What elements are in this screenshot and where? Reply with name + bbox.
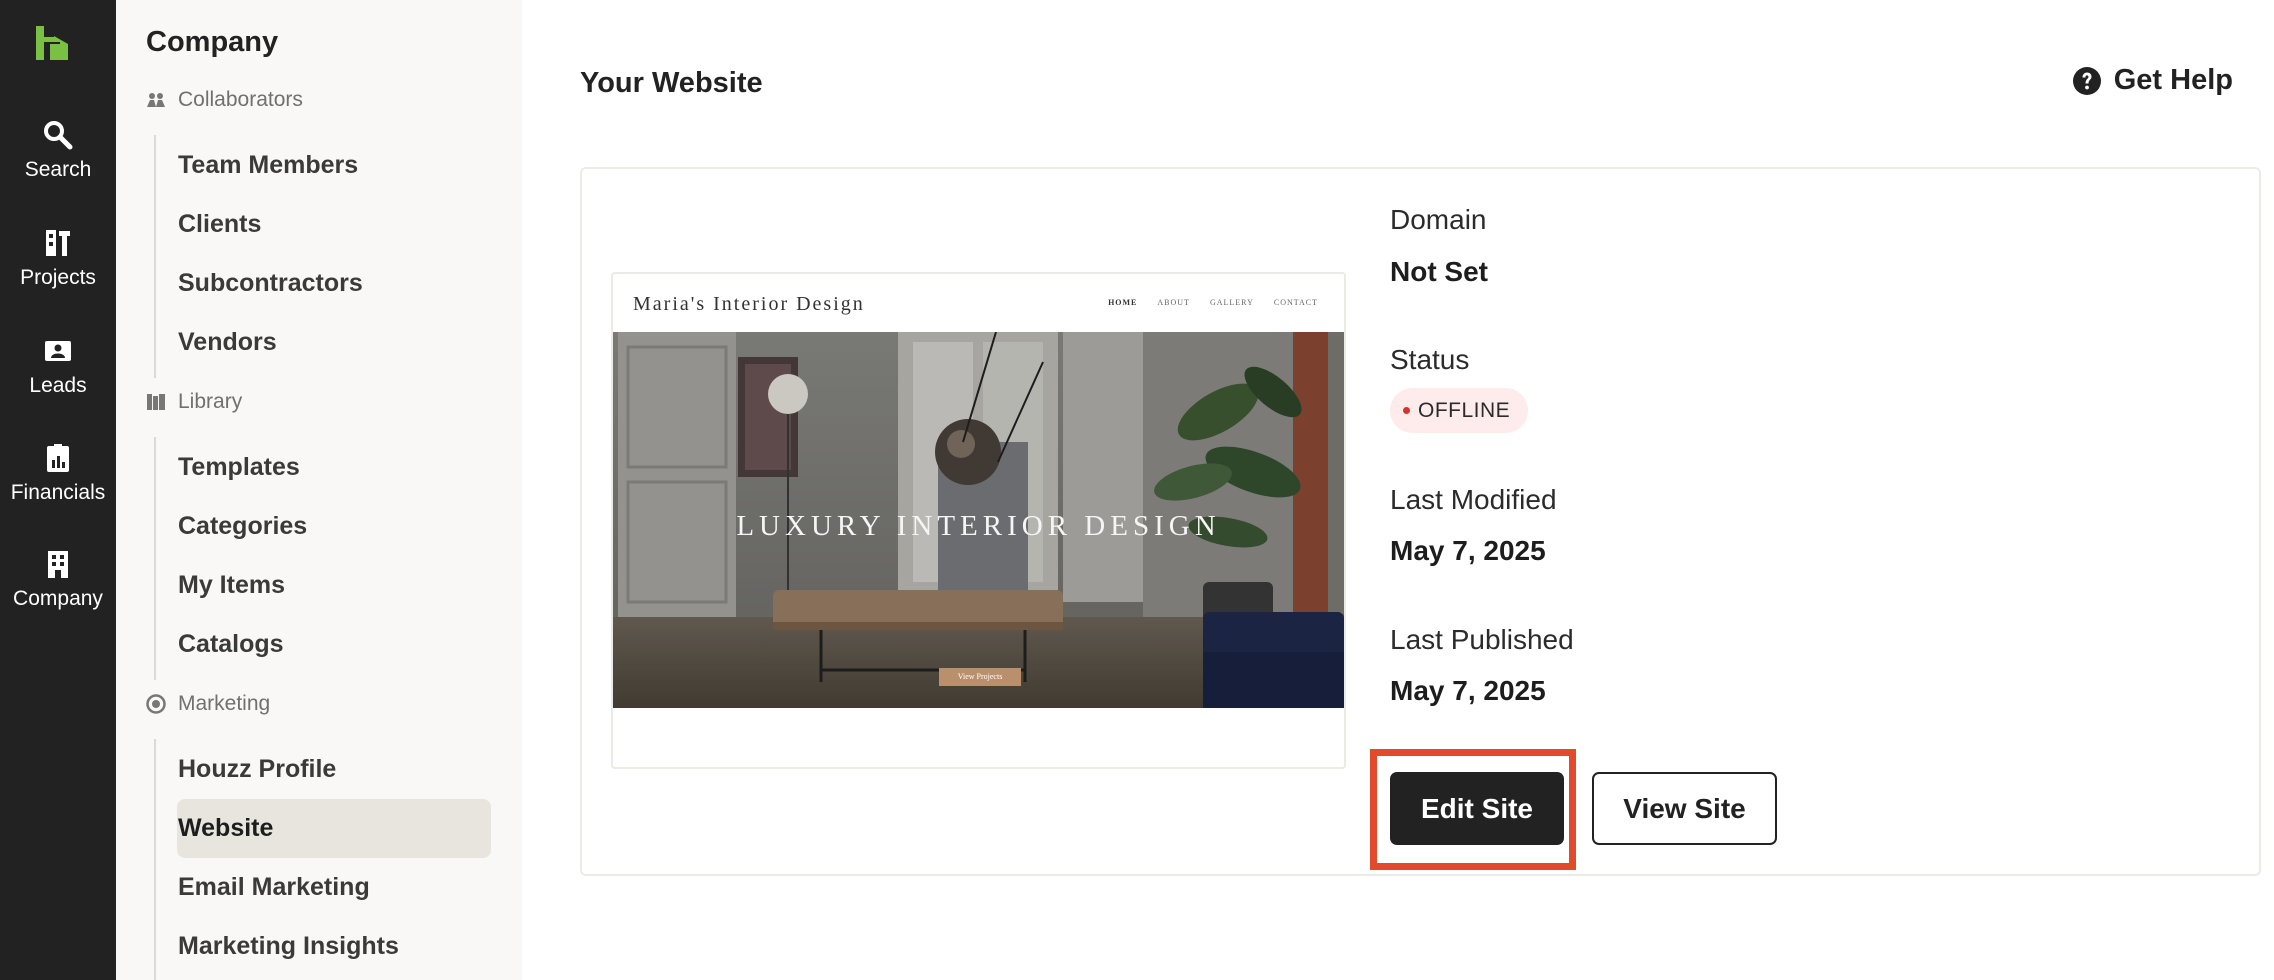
nav-item-templates[interactable]: Templates	[178, 453, 300, 482]
nav-item-my-items[interactable]: My Items	[178, 571, 285, 600]
domain-value: Not Set	[1390, 256, 1488, 287]
nav-item-marketing-insights[interactable]: Marketing Insights	[178, 932, 399, 961]
preview-header: Maria's Interior Design HOME ABOUT GALLE…	[613, 274, 1344, 332]
preview-cta-button: View Projects	[939, 668, 1021, 686]
nav-item-catalogs[interactable]: Catalogs	[178, 630, 284, 659]
preview-brand: Maria's Interior Design	[633, 293, 865, 315]
rail-item-financials[interactable]: Financials	[0, 443, 116, 505]
nav-item-categories[interactable]: Categories	[178, 512, 307, 541]
edit-site-button[interactable]: Edit Site	[1390, 772, 1564, 845]
library-icon	[147, 394, 165, 410]
preview-nav-item: CONTACT	[1273, 298, 1318, 307]
rail-item-label: Financials	[10, 481, 106, 504]
nav-item-houzz-profile[interactable]: Houzz Profile	[178, 755, 336, 784]
section-label: Collaborators	[178, 88, 303, 111]
financials-icon	[47, 444, 69, 472]
section-label: Marketing	[178, 692, 271, 715]
view-site-button[interactable]: View Site	[1592, 772, 1777, 845]
section-marketing: Marketing	[146, 692, 270, 716]
get-help-label: Get Help	[2113, 64, 2233, 96]
preview-hero-image: LUXURY INTERIOR DESIGN View Projects	[613, 332, 1344, 708]
search-icon	[44, 121, 73, 150]
rail-item-company[interactable]: Company	[0, 549, 116, 611]
marketing-icon	[146, 694, 166, 714]
last-modified-value: May 7, 2025	[1390, 535, 1546, 566]
last-published-label: Last Published	[1390, 624, 1574, 655]
rail-item-label: Leads	[29, 374, 87, 397]
rail-item-leads[interactable]: Leads	[0, 336, 116, 398]
preview-nav-item: ABOUT	[1157, 298, 1190, 307]
nav-item-email-marketing[interactable]: Email Marketing	[178, 873, 370, 902]
section-label: Library	[178, 390, 243, 413]
rail-item-search[interactable]: Search	[0, 120, 116, 182]
preview-nav-item: HOME	[1108, 298, 1138, 307]
help-icon	[2072, 66, 2101, 95]
company-icon	[48, 551, 68, 578]
domain-label: Domain	[1390, 204, 1487, 235]
nav-item-team-members[interactable]: Team Members	[178, 151, 358, 180]
preview-nav: HOME ABOUT GALLERY CONTACT	[1108, 298, 1318, 307]
preview-nav-item: GALLERY	[1209, 298, 1254, 307]
page-title: Your Website	[580, 67, 763, 99]
last-published-value: May 7, 2025	[1390, 675, 1546, 706]
section-library: Library	[146, 390, 242, 414]
last-modified-label: Last Modified	[1390, 484, 1557, 515]
rail-item-label: Company	[13, 587, 103, 610]
status-badge-text: OFFLINE	[1418, 398, 1511, 422]
tree-line	[154, 437, 156, 680]
status-dot-icon	[1403, 407, 1410, 414]
nav-item-vendors[interactable]: Vendors	[178, 328, 277, 357]
preview-hero-title: LUXURY INTERIOR DESIGN	[736, 510, 1221, 542]
projects-icon	[46, 230, 70, 256]
section-collaborators: Collaborators	[146, 88, 303, 112]
icon-rail: Search Projects Leads Financials Company	[0, 0, 116, 980]
leads-icon	[45, 341, 71, 361]
get-help-button[interactable]: Get Help	[2072, 64, 2233, 97]
nav-item-website[interactable]: Website	[178, 814, 273, 843]
nav-item-subcontractors[interactable]: Subcontractors	[178, 269, 363, 298]
status-badge: OFFLINE	[1390, 388, 1529, 433]
rail-item-label: Projects	[20, 266, 96, 289]
company-subnav: Company Collaborators Team Members Clien…	[116, 0, 522, 980]
nav-item-clients[interactable]: Clients	[178, 210, 261, 239]
rail-item-projects[interactable]: Projects	[0, 228, 116, 290]
status-label: Status	[1390, 344, 1470, 375]
website-preview[interactable]: Maria's Interior Design HOME ABOUT GALLE…	[611, 272, 1346, 769]
houzz-logo-icon[interactable]	[36, 26, 68, 60]
collaborators-icon	[147, 93, 165, 107]
rail-item-label: Search	[24, 158, 92, 181]
tree-line	[154, 739, 156, 980]
tree-line	[154, 135, 156, 378]
subnav-title: Company	[146, 26, 279, 58]
